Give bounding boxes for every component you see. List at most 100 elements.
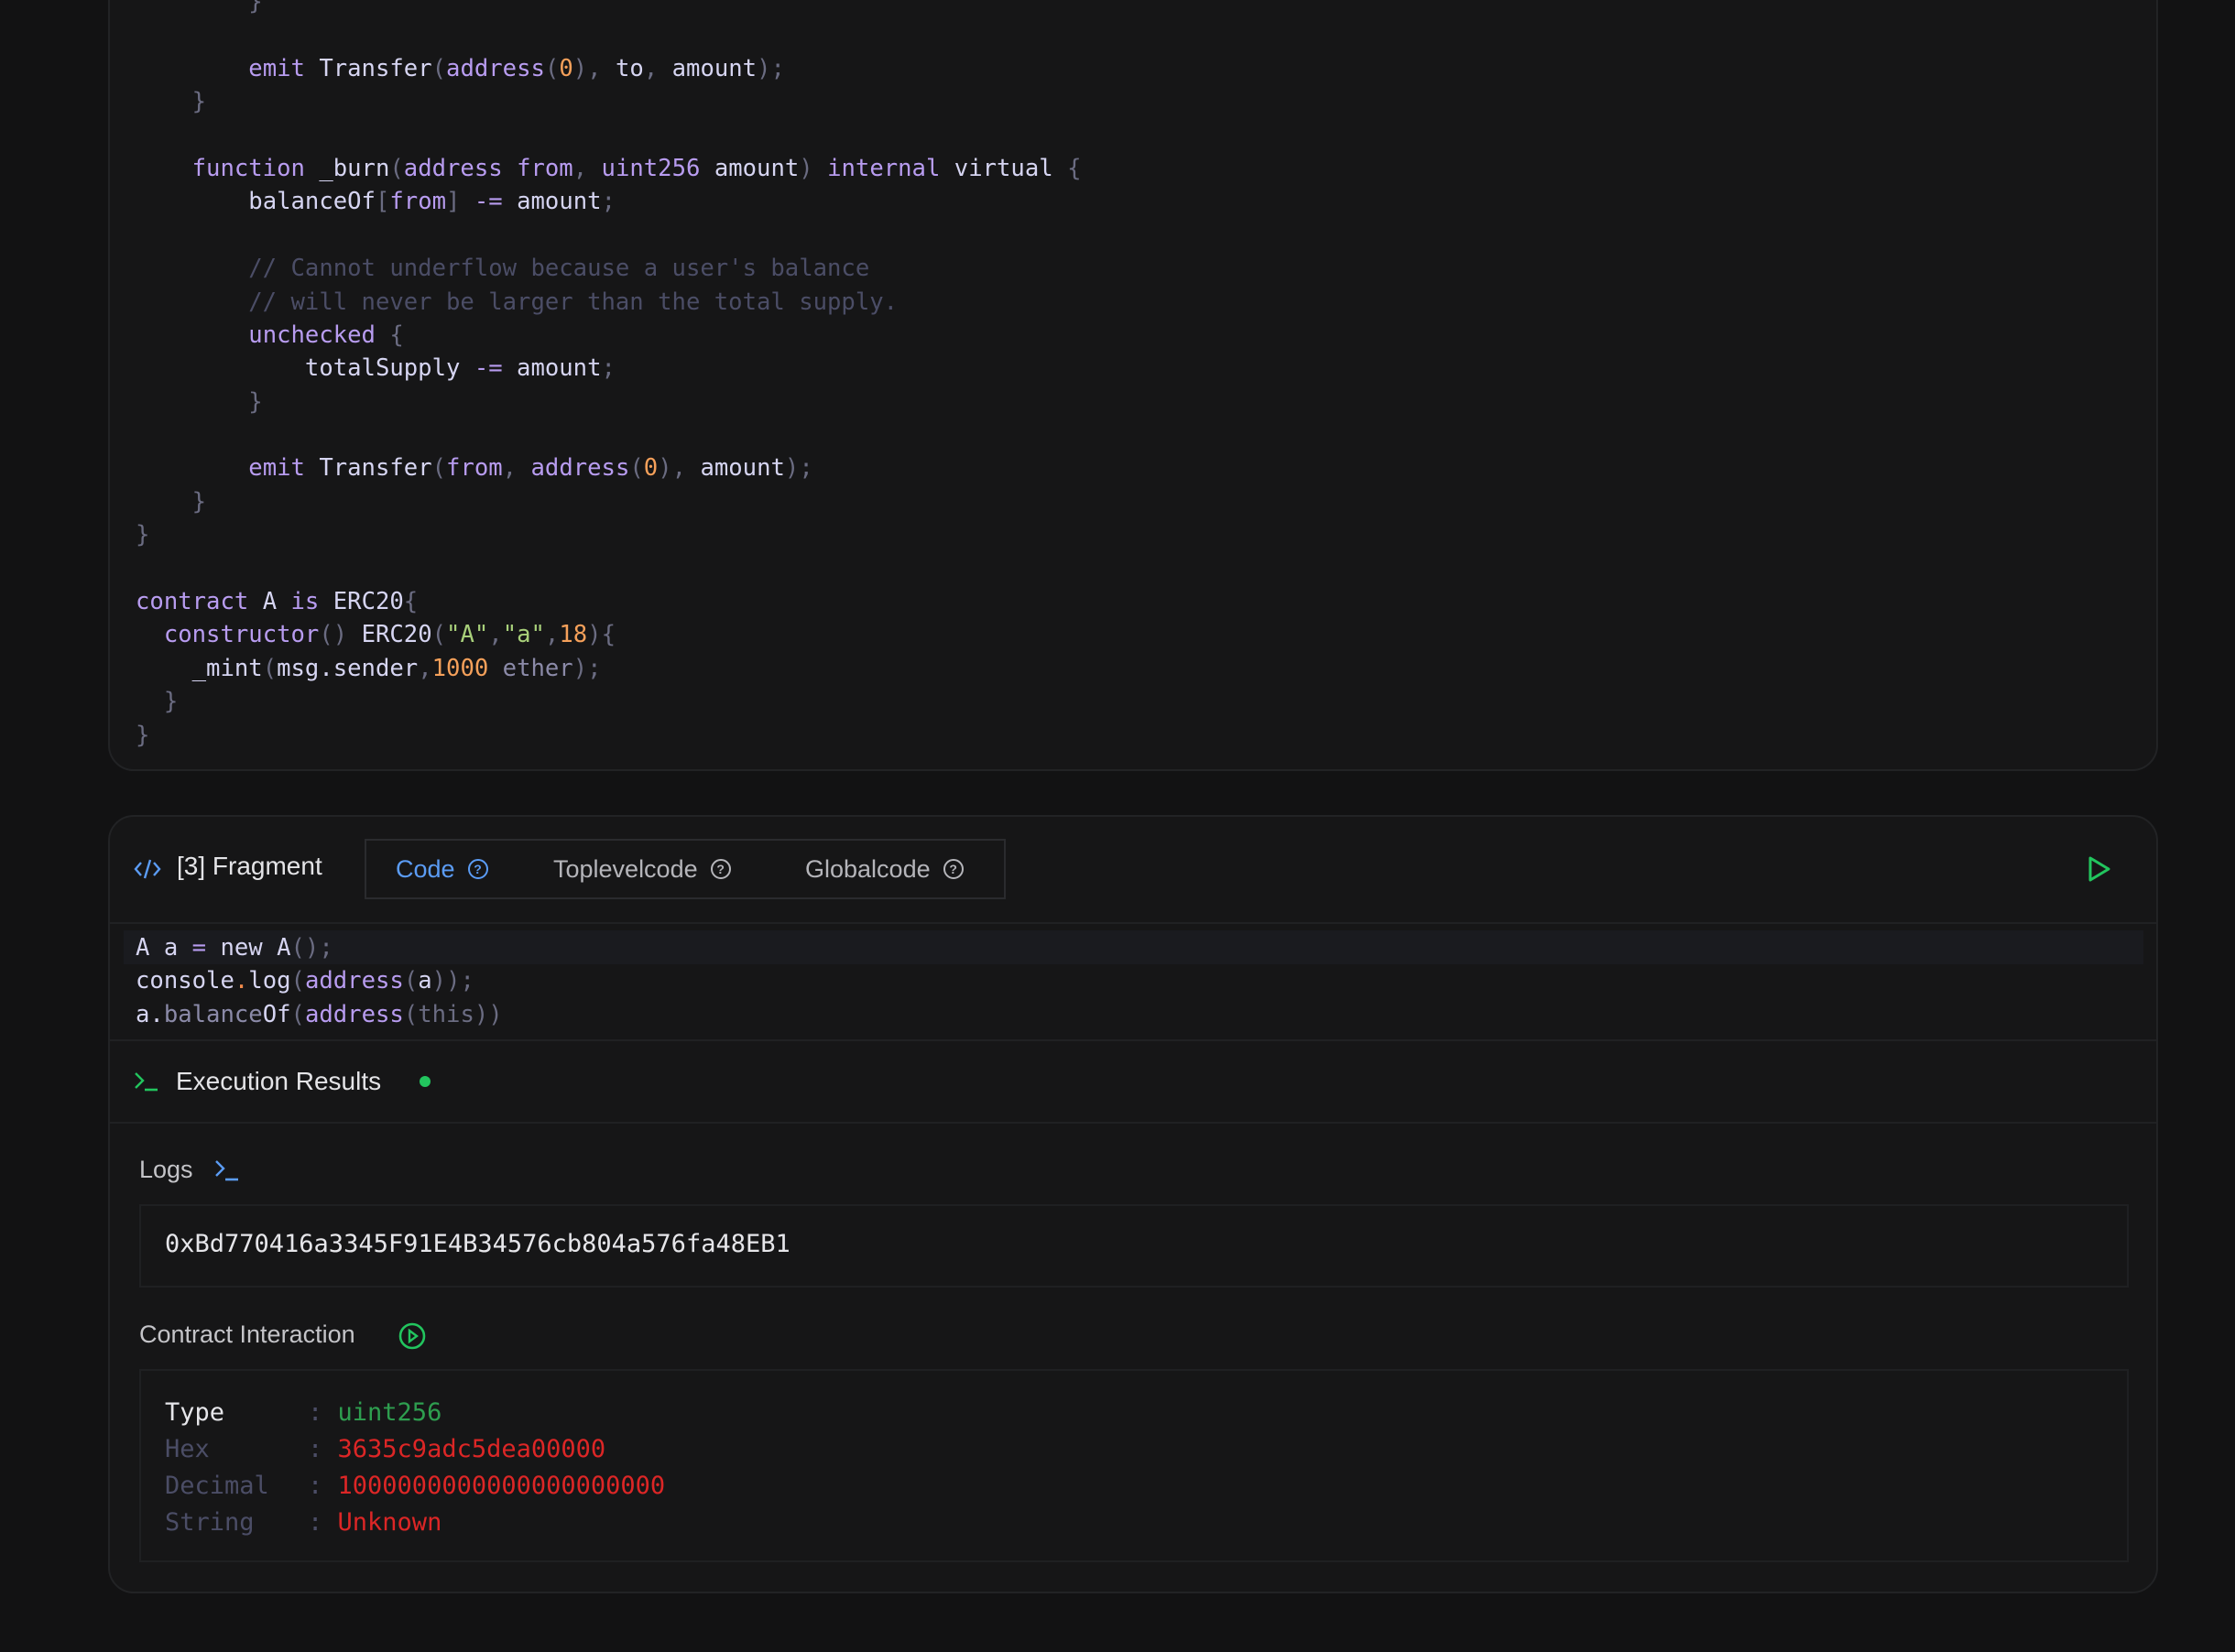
tab-code[interactable]: Code ? (396, 841, 488, 897)
code-token: amount (502, 354, 602, 383)
source-code-card: } emit Transfer(address(0), to, amount);… (108, 0, 2158, 771)
code-token: } (136, 688, 179, 716)
code-token: emit (248, 54, 305, 82)
code-token: } (136, 387, 263, 416)
code-line: emit Transfer(address(0), to, amount); (136, 52, 1082, 85)
code-token: unchecked (248, 321, 376, 349)
colon: : (308, 1435, 323, 1463)
code-token: console (136, 967, 234, 995)
code-line: // will never be larger than the total s… (136, 286, 1082, 319)
code-token: , (502, 454, 531, 483)
code-token: from (389, 188, 447, 216)
code-token: balanceOf (248, 188, 376, 216)
code-token: } (136, 487, 207, 516)
code-line: } (136, 85, 1082, 118)
code-token: // Cannot underflow because a user's bal… (136, 255, 870, 283)
code-token: ether (488, 654, 573, 682)
code-token: , (488, 621, 503, 649)
divider (110, 922, 2156, 924)
code-token: msg.sender (277, 654, 419, 682)
logs-output: 0xBd770416a3345F91E4B34576cb804a576fa48E… (139, 1204, 2129, 1288)
tab-globalcode[interactable]: Globalcode ? (805, 841, 964, 897)
code-line: balanceOf[from] -= amount; (136, 185, 1082, 218)
code-token: (); (290, 934, 333, 962)
code-line: } (136, 685, 1082, 718)
source-code-editor[interactable]: } emit Transfer(address(0), to, amount);… (136, 0, 1082, 752)
code-token: uint256 (601, 154, 701, 182)
code-token: balance (163, 1000, 263, 1028)
help-icon[interactable]: ? (467, 859, 488, 879)
code-token: amount (671, 54, 758, 82)
result-key: String (165, 1508, 255, 1537)
code-token: ( (290, 967, 305, 995)
terminal-icon (215, 1160, 238, 1181)
code-token: Transfer (304, 54, 432, 82)
code-token: ( (389, 154, 404, 182)
code-token: { (403, 588, 419, 616)
fragment-code-editor[interactable]: A a = new A(); console.log(address(a)); a.… (136, 931, 503, 1031)
code-token: } (248, 0, 263, 16)
code-line: } (136, 485, 1082, 518)
code-token: ); (572, 654, 602, 682)
code-token: ( (431, 621, 447, 649)
code-token: [ (375, 188, 390, 216)
code-token: , (572, 154, 602, 182)
code-token: , (643, 54, 672, 82)
play-circle-icon[interactable] (398, 1321, 427, 1351)
result-value: Unknown (337, 1508, 442, 1537)
code-token: address (530, 454, 630, 483)
execution-results-title: Execution Results (176, 1067, 382, 1095)
tab-label: Code (396, 855, 455, 883)
code-token: address (304, 1000, 404, 1028)
result-row-hex: Hex: 3635c9adc5dea00000 (165, 1431, 665, 1468)
code-line: // Cannot underflow because a user's bal… (136, 252, 1082, 285)
help-icon[interactable]: ? (710, 859, 731, 879)
result-key: Decimal (165, 1472, 269, 1500)
code-token: amount (700, 454, 785, 483)
code-token: emit (248, 454, 305, 483)
tab-label: Globalcode (805, 855, 931, 883)
code-token: amount (502, 188, 602, 216)
code-line: constructor() ERC20("A","a",18){ (136, 618, 1082, 651)
code-token: a (418, 967, 432, 995)
code-token: ( (403, 967, 419, 995)
code-line: function _burn(address from, uint256 amo… (136, 152, 1082, 185)
code-token: = (191, 934, 207, 962)
code-token: { (1052, 154, 1082, 182)
code-line: a.balanceOf(address(this)) (136, 998, 503, 1031)
code-token: ; (601, 188, 616, 216)
log-line: 0xBd770416a3345F91E4B34576cb804a576fa48E… (165, 1230, 790, 1258)
code-token: (this)) (403, 1000, 503, 1028)
tab-toplevelcode[interactable]: Toplevelcode ? (553, 841, 731, 897)
code-token: from (446, 454, 503, 483)
tab-label: Toplevelcode (553, 855, 698, 883)
code-token: constructor (163, 621, 320, 649)
code-token: function (191, 154, 305, 182)
result-row-decimal: Decimal: 1000000000000000000000 (165, 1468, 665, 1505)
code-token: is (290, 588, 320, 616)
code-token: -= (460, 354, 503, 383)
play-icon[interactable] (2087, 855, 2112, 883)
code-token: -= (474, 188, 503, 216)
code-token: address from (403, 154, 573, 182)
code-token: _mint (191, 654, 263, 682)
code-token: "a" (502, 621, 545, 649)
code-token: } (136, 721, 150, 749)
code-token: contract (136, 588, 249, 616)
terminal-icon (135, 1072, 158, 1092)
code-token: Transfer (304, 454, 432, 483)
result-value: 3635c9adc5dea00000 (337, 1435, 606, 1463)
code-line: unchecked { (136, 319, 1082, 352)
code-token: ERC20 (319, 588, 404, 616)
code-token: ), (572, 54, 616, 82)
code-token: 0 (643, 454, 659, 483)
help-icon[interactable]: ? (943, 859, 964, 879)
